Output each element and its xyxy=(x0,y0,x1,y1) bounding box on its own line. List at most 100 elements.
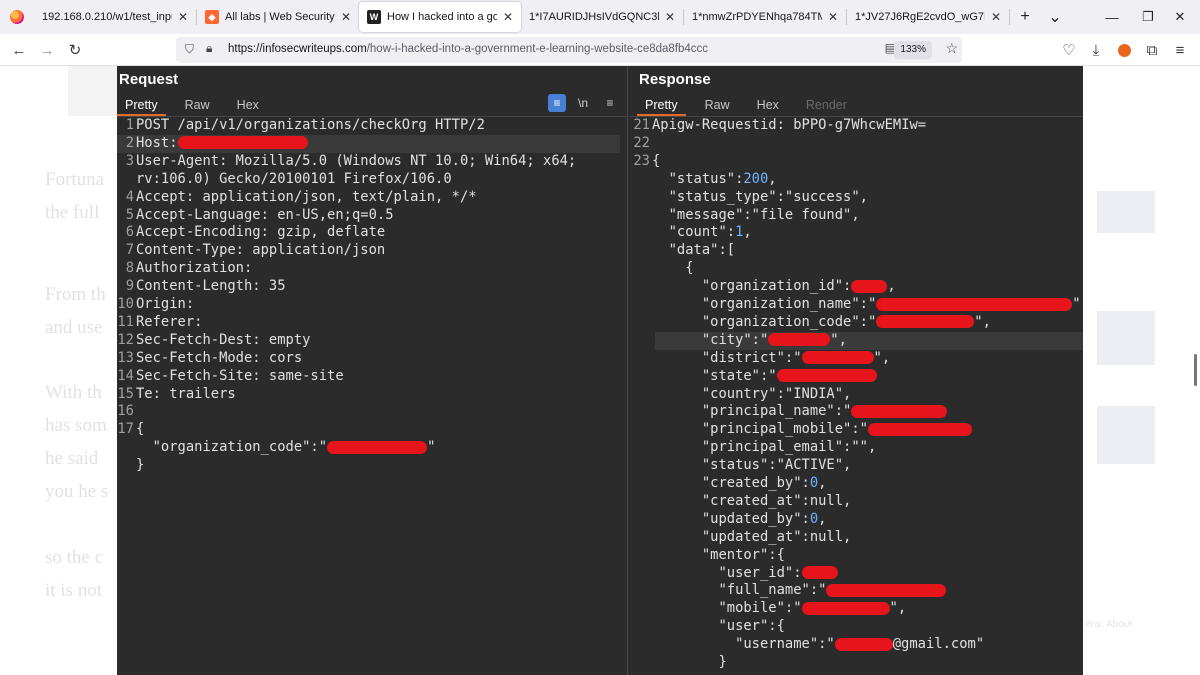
line-number: 10 xyxy=(117,296,134,312)
redaction-mark xyxy=(867,422,972,436)
zoom-level-button[interactable]: 133% xyxy=(894,41,932,59)
tab-title: How I hacked into a governm xyxy=(387,11,497,23)
code-line: "created_at":null, xyxy=(629,493,852,511)
tab-hex[interactable]: Hex xyxy=(749,94,787,116)
redaction-mark xyxy=(826,583,947,597)
redaction-mark xyxy=(851,404,948,418)
redaction-mark xyxy=(776,369,877,383)
code-text: Accept-Language: en-US,en;q=0.5 xyxy=(136,206,394,223)
tab-render[interactable]: Render xyxy=(798,94,855,116)
browser-tab[interactable]: W How I hacked into a governm ✕ xyxy=(359,2,521,32)
code-text: } xyxy=(136,457,145,474)
code-text-suffix: " xyxy=(427,439,436,456)
code-text: "organization_code":" xyxy=(652,313,877,330)
json-number-value: 200 xyxy=(743,170,769,187)
code-text: Content-Length: 35 xyxy=(136,278,286,295)
firefox-icon[interactable] xyxy=(0,0,34,34)
browser-tab[interactable]: 1*I7AURIDJHsIVdGQNC3lmzA.w ✕ xyxy=(521,2,683,32)
code-text: Host: xyxy=(136,134,178,151)
line-number: 15 xyxy=(117,385,134,402)
minimize-icon[interactable]: — xyxy=(1092,0,1132,34)
bookmark-star-icon[interactable]: ☆ xyxy=(945,40,958,57)
sidebar-thumbnail[interactable] xyxy=(1097,311,1155,365)
code-line: "principal_name":" xyxy=(629,403,948,421)
redaction-mark xyxy=(876,315,975,329)
code-text-suffix: @gmail.com" xyxy=(892,636,985,653)
response-view-tabs: Pretty Raw Hex Render xyxy=(637,94,866,116)
code-text: "organization_id": xyxy=(652,278,852,295)
tracking-protection-shield-icon[interactable]: ⛉ xyxy=(185,42,194,57)
code-text: Apigw-Requestid: bPPO-g7WhcwEMIw= xyxy=(652,117,927,133)
code-line: 5 Accept-Language: en-US,en;q=0.5 xyxy=(117,207,394,225)
tab-pretty[interactable]: Pretty xyxy=(117,94,166,116)
tab-close-icon[interactable]: ✕ xyxy=(828,10,838,24)
code-line: "organization_id":, xyxy=(629,278,896,296)
code-line: 3 User-Agent: Mozilla/5.0 (Windows NT 10.… xyxy=(117,153,577,171)
article-paragraph-fragment: he said xyxy=(45,448,99,469)
extension-foxyproxy-icon[interactable] xyxy=(1112,38,1136,62)
code-text: Accept: application/json, text/plain, */… xyxy=(136,188,477,205)
browser-tab[interactable]: 1*JV27J6RgE2cvdO_wG7KNsw.w ✕ xyxy=(847,2,1009,32)
code-text: rv:106.0) Gecko/20100101 Firefox/106.0 xyxy=(136,170,452,187)
code-text: "city":" xyxy=(652,331,769,348)
article-paragraph-fragment: so the c xyxy=(45,547,104,568)
request-pane: Request Pretty Raw Hex ≡ \n ≡ 1 POST /api/v… xyxy=(117,66,628,675)
tab-pretty[interactable]: Pretty xyxy=(637,94,686,116)
code-text: "updated_at":null, xyxy=(652,528,852,545)
redaction-mark xyxy=(801,566,838,579)
browser-tab[interactable]: 192.168.0.210/w1/test_input ✕ xyxy=(34,2,196,32)
article-paragraph-fragment: and use xyxy=(45,317,103,338)
line-number: 4 xyxy=(125,188,134,205)
tab-title: 192.168.0.210/w1/test_input xyxy=(42,11,172,23)
back-arrow-icon[interactable]: ← xyxy=(7,38,31,62)
code-text: { xyxy=(136,421,145,438)
address-bar[interactable]: ⛉ 🔒︎ https://infosecwriteups.com/how-i-h… xyxy=(176,37,962,63)
tab-raw[interactable]: Raw xyxy=(697,94,738,116)
json-number-value: 0 xyxy=(809,510,819,527)
page-scrollbar-thumb[interactable] xyxy=(1194,354,1197,386)
show-newlines-icon[interactable]: \n xyxy=(574,94,592,112)
padlock-icon[interactable]: 🔒︎ xyxy=(206,41,212,56)
code-line: 1 POST /api/v1/organizations/checkOrg HTT… xyxy=(117,117,485,135)
code-text: "message":"file found", xyxy=(652,206,860,223)
downloads-icon[interactable]: ⤓ xyxy=(1084,38,1108,62)
tab-close-icon[interactable]: ✕ xyxy=(991,10,1001,24)
browser-tab[interactable]: 1*nmwZrPDYENhqa784TM42Cw ✕ xyxy=(684,2,846,32)
article-paragraph-fragment: From th xyxy=(45,284,106,305)
code-line: "username":" @gmail.com" xyxy=(629,636,984,654)
tab-title: 1*I7AURIDJHsIVdGQNC3lmzA.w xyxy=(529,11,659,23)
sidebar-thumbnail[interactable] xyxy=(1097,406,1155,464)
reload-icon[interactable]: ↻ xyxy=(63,38,87,62)
app-menu-hamburger-icon[interactable]: ≡ xyxy=(1168,38,1192,62)
article-paragraph-fragment: it is not xyxy=(45,580,103,601)
new-tab-plus-icon[interactable]: + xyxy=(1010,2,1040,32)
forward-arrow-icon[interactable]: → xyxy=(35,38,59,62)
close-window-icon[interactable]: ✕ xyxy=(1160,0,1200,34)
sidebar-thumbnail[interactable] xyxy=(1097,191,1155,233)
code-line: 10 Origin: xyxy=(117,296,194,314)
code-text-suffix: , xyxy=(743,224,752,241)
code-text: { xyxy=(652,152,661,169)
code-line: "updated_by":0, xyxy=(629,510,827,529)
extensions-puzzle-icon[interactable]: ⧉ xyxy=(1140,38,1164,62)
tab-close-icon[interactable]: ✕ xyxy=(503,10,513,24)
tab-raw[interactable]: Raw xyxy=(177,94,218,116)
tab-close-icon[interactable]: ✕ xyxy=(665,10,675,24)
code-line: "user_id": xyxy=(629,565,838,583)
tab-close-icon[interactable]: ✕ xyxy=(341,10,351,24)
tab-close-icon[interactable]: ✕ xyxy=(178,10,188,24)
code-text: "user_id": xyxy=(652,564,802,581)
menu-icon[interactable]: ≡ xyxy=(601,94,619,112)
tab-hex[interactable]: Hex xyxy=(229,94,267,116)
code-text-suffix: , xyxy=(768,170,777,187)
code-text: Content-Type: application/json xyxy=(136,242,386,259)
code-line: } xyxy=(629,654,726,672)
word-wrap-icon[interactable]: ≡ xyxy=(548,94,566,112)
code-text: Sec-Fetch-Mode: cors xyxy=(136,349,303,366)
list-all-tabs-chevron-icon[interactable]: ⌄ xyxy=(1040,2,1070,32)
line-number: 12 xyxy=(117,331,134,348)
pocket-icon[interactable]: ♡ xyxy=(1057,38,1081,62)
redaction-mark xyxy=(801,351,874,365)
browser-tab[interactable]: ◆ All labs | Web Security Acad ✕ xyxy=(197,2,359,32)
code-text: "status_type":"success", xyxy=(652,188,868,205)
